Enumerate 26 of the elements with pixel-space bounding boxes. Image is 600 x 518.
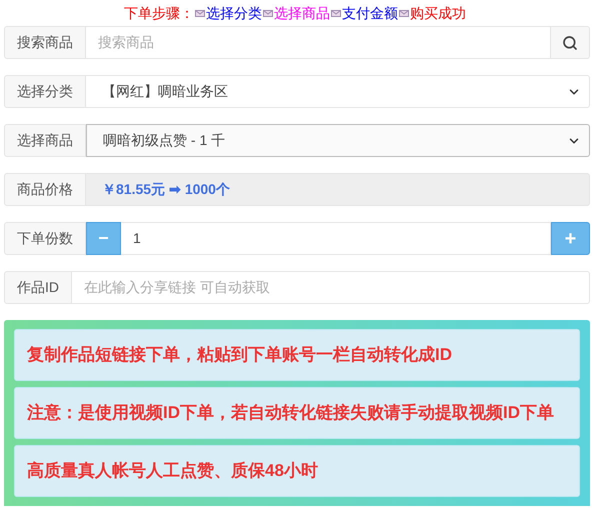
step-text: 选择商品 (274, 4, 330, 22)
field-label: 选择商品 (4, 124, 86, 157)
field-label: 选择分类 (4, 75, 86, 108)
step-text: 选择分类 (206, 4, 262, 22)
field-label: 商品价格 (4, 173, 86, 206)
field-label: 搜索商品 (4, 26, 86, 59)
select-field[interactable]: 【网红】啁暗业务区 (86, 75, 590, 108)
field-label: 作品ID (4, 271, 72, 304)
envelope-icon (331, 10, 341, 16)
envelope-icon (263, 10, 273, 16)
price-field: ￥81.55元 ➡ 1000个 (86, 173, 590, 206)
input-field[interactable]: 在此输入分享链接 可自动获取 (72, 271, 590, 304)
search-button[interactable] (551, 26, 590, 59)
notice-text: 复制作品短链接下单，粘贴到下单账号一栏自动转化成ID (14, 329, 580, 381)
field-label: 下单份数 (4, 222, 86, 255)
envelope-icon (399, 10, 409, 16)
search-icon (562, 34, 578, 50)
envelope-icon (195, 10, 205, 16)
step-text: 支付金额 (342, 4, 398, 22)
quantity-field[interactable]: 1 (121, 222, 551, 255)
steps-label: 下单步骤： (124, 4, 194, 22)
notice-text: 注意：是使用视频ID下单，若自动转化链接失败请手动提取视频ID下单 (14, 387, 580, 439)
notice-text: 高质量真人帐号人工点赞、质保48小时 (14, 445, 580, 497)
step-text: 购买成功 (410, 4, 466, 22)
search-field[interactable]: 搜索商品 (86, 26, 551, 59)
select-field[interactable]: 啁暗初级点赞 - 1 千 (86, 124, 590, 157)
